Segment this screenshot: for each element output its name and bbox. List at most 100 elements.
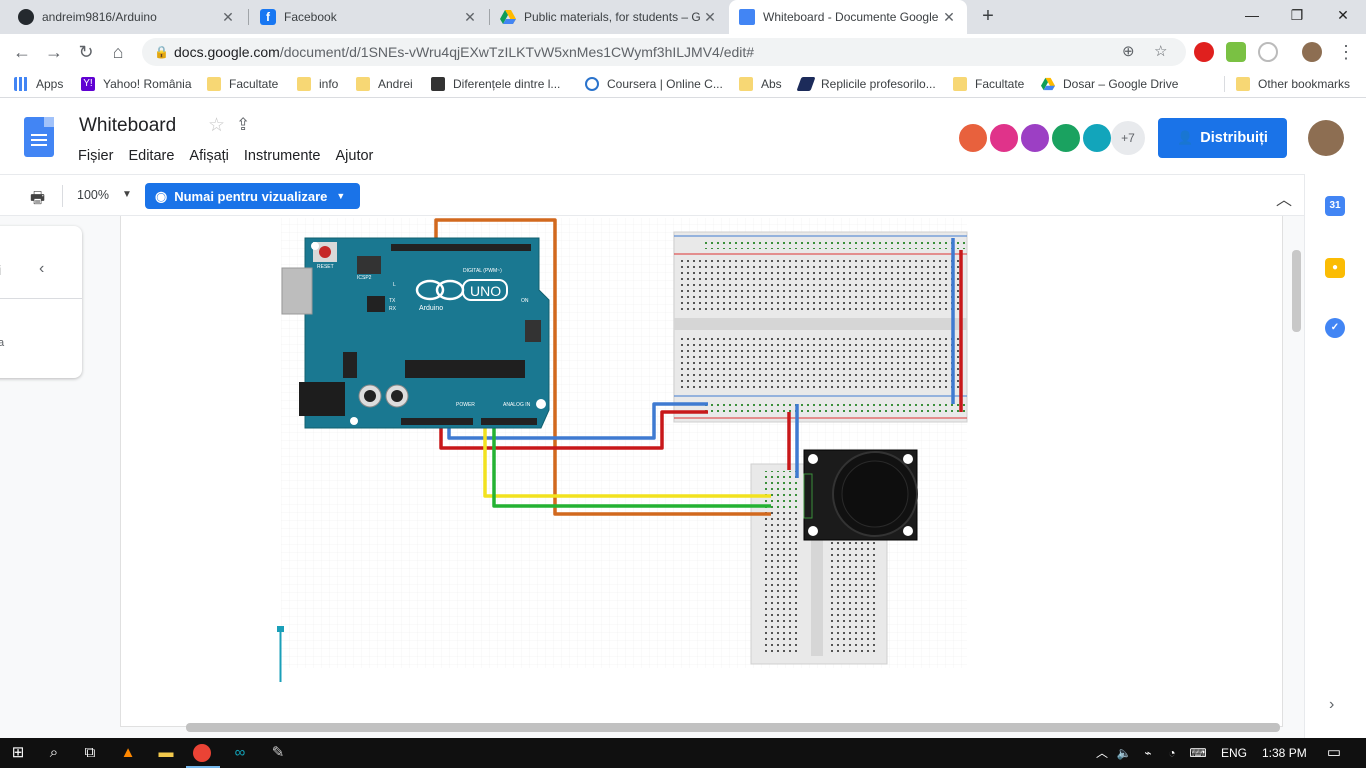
forward-icon[interactable]: → <box>42 40 66 64</box>
address-bar[interactable]: 🔒 docs.google.com/document/d/1SNEs-vWru4… <box>142 38 1186 66</box>
collaborator-avatar[interactable] <box>1019 122 1051 154</box>
url-path: /document/d/1SNEs-vWru4qjEXwTzILKTvW5xnM… <box>279 44 755 60</box>
clock[interactable]: 1:38 PM <box>1262 746 1307 760</box>
volume-icon[interactable]: 🔈 <box>1114 743 1134 763</box>
tasks-icon[interactable]: ✓ <box>1325 318 1345 338</box>
network-icon[interactable]: ⌁ <box>1138 743 1158 763</box>
extension-icon[interactable] <box>1226 42 1246 62</box>
paint-icon[interactable]: ✎ <box>268 743 288 763</box>
close-window-button[interactable]: ✕ <box>1320 0 1366 30</box>
profile-avatar[interactable] <box>1302 42 1322 62</box>
collaborator-avatar[interactable] <box>988 122 1020 154</box>
document-outline-panel: i ‹ a <box>0 226 82 378</box>
collaborator-avatar[interactable] <box>957 122 989 154</box>
document-title[interactable]: Whiteboard <box>79 115 176 137</box>
file-explorer-icon[interactable]: ▬ <box>156 743 176 763</box>
folder-icon <box>207 77 221 91</box>
bookmarks-bar: Apps Y! Yahoo! România Facultate info And… <box>0 70 1366 98</box>
browser-menu-icon[interactable]: ⋮ <box>1334 40 1358 64</box>
facebook-icon: f <box>260 9 276 25</box>
folder-icon <box>297 77 311 91</box>
close-tab-icon[interactable]: ✕ <box>462 9 478 26</box>
bookmark-info[interactable]: info <box>297 76 338 92</box>
close-tab-icon[interactable]: ✕ <box>702 9 718 26</box>
arduino-ide-icon[interactable]: ∞ <box>230 743 250 763</box>
reload-icon[interactable]: ↻ <box>74 40 98 64</box>
bookmark-apps[interactable]: Apps <box>14 76 63 92</box>
vertical-scrollbar[interactable] <box>1292 250 1301 332</box>
menu-file[interactable]: Fișier <box>78 148 113 164</box>
yahoo-icon: Y! <box>81 77 95 91</box>
keyboard-icon[interactable]: ⌨ <box>1188 743 1208 763</box>
collaborator-avatar[interactable] <box>1081 122 1113 154</box>
tab-whiteboard[interactable]: Whiteboard - Documente Google ✕ <box>729 0 967 34</box>
link-extension-icon[interactable] <box>1258 42 1278 62</box>
account-avatar[interactable] <box>1308 120 1344 156</box>
tab-drive[interactable]: Public materials, for students – G ✕ <box>490 0 728 34</box>
view-mode-button[interactable]: ◉ Numai pentru vizualizare ▼ <box>145 183 360 209</box>
google-docs-logo-icon[interactable] <box>24 117 54 157</box>
task-view-icon[interactable]: ⧉ <box>80 743 100 763</box>
chevron-up-icon[interactable]: ︿ <box>1092 743 1112 763</box>
bookmark-star-icon[interactable]: ☆ <box>1154 38 1167 66</box>
collaborator-avatar[interactable] <box>1050 122 1082 154</box>
back-icon[interactable]: ← <box>10 40 34 64</box>
tab-facebook[interactable]: f Facebook ✕ <box>250 0 488 34</box>
drive-icon <box>1041 77 1055 91</box>
browser-toolbar: ← → ↻ ⌂ 🔒 docs.google.com/document/d/1SN… <box>0 34 1366 70</box>
horizontal-scrollbar[interactable] <box>186 723 1280 732</box>
analog-label: ANALOG IN <box>503 402 531 408</box>
menu-tools[interactable]: Instrumente <box>244 148 321 164</box>
bookmark-replicile[interactable]: Replicile profesorilo... <box>796 76 936 92</box>
zoom-icon[interactable]: ⊕ <box>1122 38 1135 66</box>
more-collaborators-badge[interactable]: +7 <box>1111 121 1145 155</box>
chevron-right-icon[interactable]: › <box>1329 696 1334 714</box>
close-tab-icon[interactable]: ✕ <box>220 9 236 26</box>
close-tab-icon[interactable]: ✕ <box>941 9 957 26</box>
bookmark-coursera[interactable]: Coursera | Online C... <box>585 76 723 92</box>
chevron-down-icon[interactable]: ▼ <box>122 189 132 200</box>
minimize-button[interactable]: — <box>1229 0 1275 30</box>
joystick-module <box>803 449 918 541</box>
vlc-icon[interactable]: ▲ <box>118 743 138 763</box>
uno-label: UNO <box>470 283 501 299</box>
microcontroller-chip <box>405 360 525 378</box>
maximize-button[interactable]: ❐ <box>1274 0 1320 30</box>
document-canvas: RESET ICSP2 DIGITAL (PWM~) UNO Arduino O… <box>0 216 1304 738</box>
chevron-left-icon[interactable]: ‹ <box>39 260 44 278</box>
new-tab-button[interactable]: + <box>976 5 1000 29</box>
usb-port <box>281 267 313 315</box>
bookmark-abs[interactable]: Abs <box>739 76 782 92</box>
keep-icon[interactable]: ● <box>1325 258 1345 278</box>
move-to-drive-icon[interactable]: ⇪ <box>236 115 250 135</box>
power-jack <box>299 382 345 416</box>
zoom-select[interactable]: 100% <box>77 188 109 202</box>
print-icon[interactable]: 🖶 <box>30 187 45 214</box>
bookmark-andrei[interactable]: Andrei <box>356 76 413 92</box>
chevron-up-icon[interactable]: ︿ <box>1276 186 1292 210</box>
star-icon[interactable]: ☆ <box>208 114 225 137</box>
windows-start-icon[interactable]: ⊞ <box>8 743 28 763</box>
bookmark-diferentele[interactable]: Diferențele dintre l... <box>431 76 560 92</box>
adblock-extension-icon[interactable] <box>1194 42 1214 62</box>
outline-item[interactable]: a <box>0 337 4 349</box>
menu-view[interactable]: Afișați <box>189 148 229 164</box>
share-button[interactable]: 👤 Distribuiți <box>1158 118 1287 158</box>
bookmark-facultate-2[interactable]: Facultate <box>953 76 1024 92</box>
calendar-icon[interactable]: 31 <box>1325 196 1345 216</box>
lock-icon: 🔒 <box>154 45 169 59</box>
tab-github[interactable]: andreim9816/Arduino ✕ <box>8 0 246 34</box>
bookmark-other[interactable]: Other bookmarks <box>1236 76 1350 92</box>
notifications-icon[interactable]: ▭ <box>1324 743 1344 763</box>
menu-edit[interactable]: Editare <box>128 148 174 164</box>
wifi-icon[interactable]: ◔ <box>1162 743 1182 763</box>
bookmark-dosar-drive[interactable]: Dosar – Google Drive <box>1041 76 1178 92</box>
chrome-icon[interactable] <box>193 744 211 762</box>
power-label: POWER <box>456 402 475 408</box>
bookmark-yahoo[interactable]: Y! Yahoo! România <box>81 76 192 92</box>
home-icon[interactable]: ⌂ <box>106 40 130 64</box>
bookmark-facultate[interactable]: Facultate <box>207 76 278 92</box>
language-indicator[interactable]: ENG <box>1221 746 1247 760</box>
search-icon[interactable]: ⌕ <box>44 743 64 763</box>
menu-help[interactable]: Ajutor <box>335 148 373 164</box>
